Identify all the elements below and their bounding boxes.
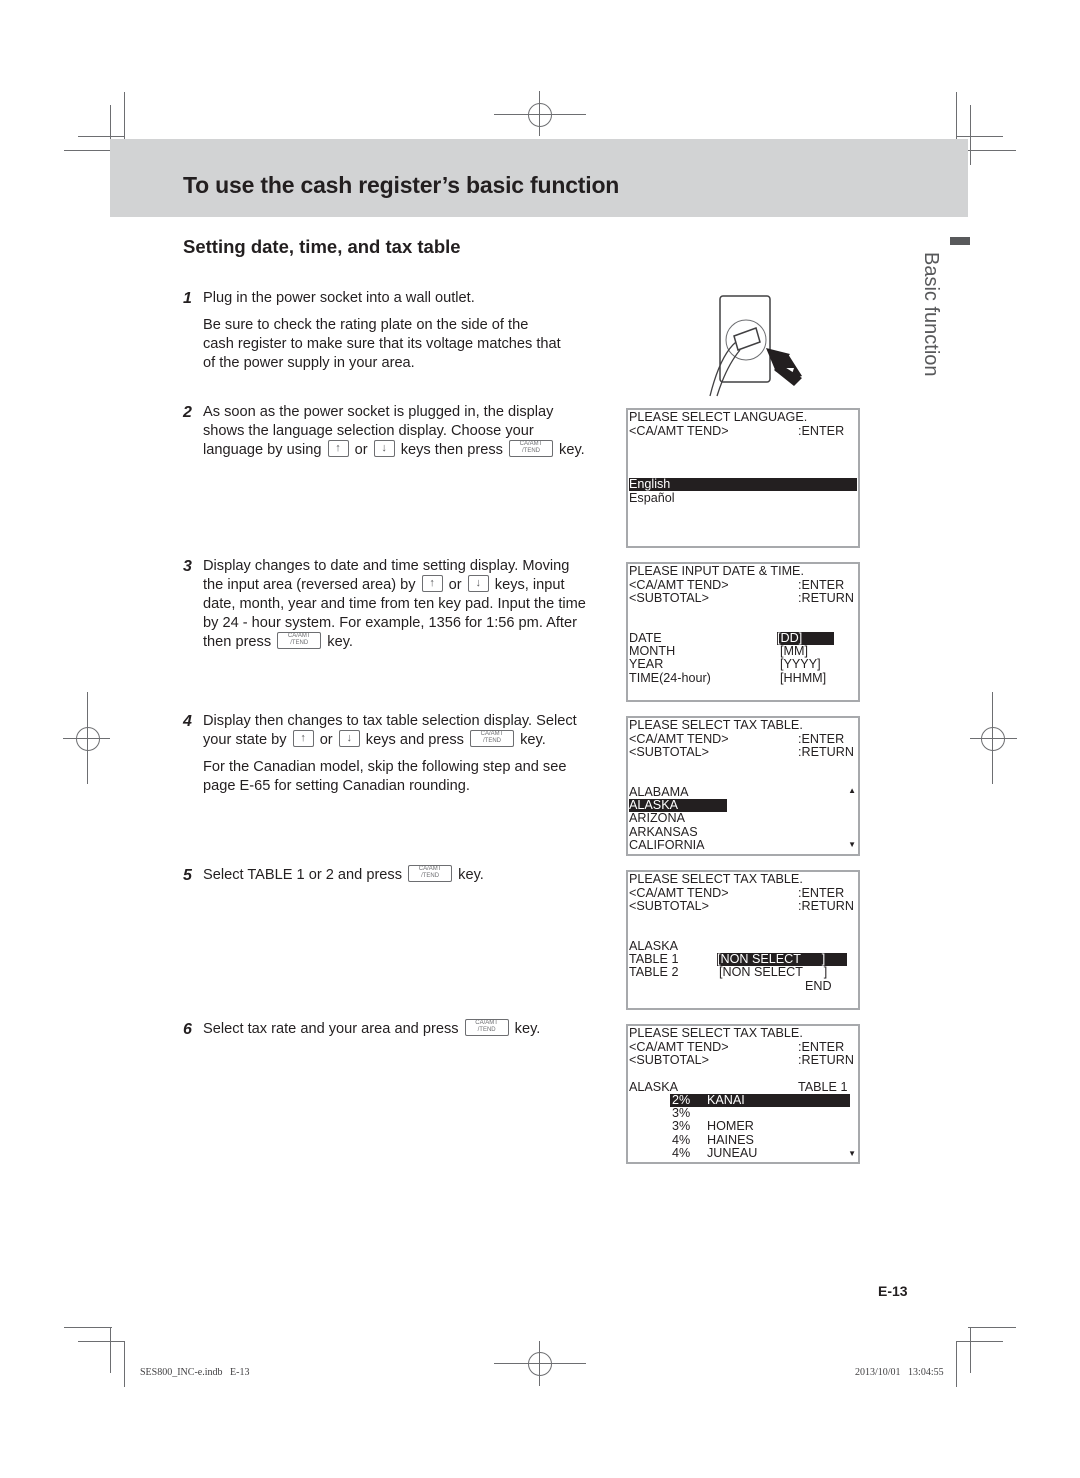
- print-timestamp: 2013/10/01 13:04:55: [855, 1367, 944, 1378]
- page-number: E-13: [878, 1283, 908, 1299]
- screen-title: PLEASE INPUT DATE & TIME.: [629, 564, 804, 578]
- step-number: 3: [183, 558, 192, 575]
- crop-mark: [78, 136, 125, 137]
- state-option[interactable]: ARIZONA: [629, 811, 857, 825]
- lcd-tax-rate-screen: PLEASE SELECT TAX TABLE. <CA/AMT TEND>:E…: [626, 1024, 860, 1164]
- screen-title: PLEASE SELECT TAX TABLE.: [629, 872, 803, 886]
- step-text: Select TABLE 1 or 2 and press CA/AMT/TEN…: [203, 864, 484, 883]
- crop-mark: [110, 1327, 111, 1373]
- side-tab-marker: [950, 237, 970, 245]
- screen-title: PLEASE SELECT LANGUAGE.: [629, 410, 808, 424]
- scroll-down-icon[interactable]: ▼: [848, 1150, 856, 1158]
- registration-target: [981, 727, 1005, 751]
- side-tab: Basic function: [912, 252, 942, 402]
- step-text: Select tax rate and your area and press …: [203, 1018, 541, 1037]
- section-title: Setting date, time, and tax table: [183, 236, 461, 257]
- crop-mark: [968, 150, 1016, 151]
- crop-mark: [956, 1341, 957, 1387]
- down-arrow-key-icon: ↓: [467, 574, 489, 592]
- step-number: 5: [183, 867, 192, 884]
- step-number: 1: [183, 290, 192, 307]
- step-note: Be sure to check the rating plate on the…: [203, 317, 561, 371]
- screen-title: PLEASE SELECT TAX TABLE.: [629, 1026, 803, 1040]
- rate-option-selected[interactable]: 2% KANAI: [670, 1093, 850, 1108]
- registration-target: [528, 103, 552, 127]
- ca-amt-tend-key-icon: CA/AMT/TEND: [464, 1018, 509, 1036]
- side-tab-label: Basic function: [920, 252, 942, 377]
- up-arrow-key-icon: ↑: [421, 574, 443, 592]
- state-option[interactable]: CALIFORNIA: [629, 838, 857, 852]
- time-field[interactable]: TIME(24-hour) [HHMM]: [629, 671, 857, 685]
- lcd-language-screen: PLEASE SELECT LANGUAGE. <CA/AMT TEND>:EN…: [626, 408, 860, 548]
- ca-amt-tend-key-icon: CA/AMT/TEND: [508, 439, 553, 457]
- up-arrow-key-icon: ↑: [327, 439, 349, 457]
- down-arrow-key-icon: ↓: [373, 439, 395, 457]
- ca-amt-tend-key-icon: CA/AMT/TEND: [470, 729, 515, 747]
- step-text: Plug in the power socket into a wall out…: [203, 290, 475, 306]
- up-arrow-key-icon: ↑: [292, 729, 314, 747]
- down-arrow-key-icon: ↓: [338, 729, 360, 747]
- crop-mark: [78, 1341, 125, 1342]
- table-2-field[interactable]: TABLE 2 [NON SELECT ]: [629, 965, 857, 979]
- step-text: Display then changes to tax table select…: [203, 713, 577, 748]
- registration-target: [528, 1352, 552, 1376]
- registration-target: [76, 727, 100, 751]
- year-field[interactable]: YEAR [YYYY]: [629, 657, 857, 671]
- screen-return-hint: <SUBTOTAL>:RETURN: [629, 899, 854, 913]
- step-note: For the Canadian model, skip the followi…: [203, 759, 567, 794]
- crop-mark: [956, 136, 1003, 137]
- lcd-tax-table-screen: PLEASE SELECT TAX TABLE. <CA/AMT TEND>:E…: [626, 870, 860, 1010]
- step-number: 2: [183, 404, 192, 421]
- step-text: Display changes to date and time setting…: [203, 558, 586, 650]
- screen-title: PLEASE SELECT TAX TABLE.: [629, 718, 803, 732]
- step-number: 4: [183, 713, 192, 730]
- crop-mark: [64, 1327, 112, 1328]
- scroll-up-icon[interactable]: ▲: [848, 787, 856, 795]
- language-option[interactable]: Español: [629, 491, 857, 505]
- language-option-selected[interactable]: English: [629, 477, 857, 492]
- step-number: 6: [183, 1021, 192, 1038]
- crop-mark: [970, 1327, 971, 1373]
- screen-return-hint: <SUBTOTAL>:RETURN: [629, 591, 854, 605]
- wall-outlet-plug-illustration: [709, 295, 802, 397]
- crop-mark: [956, 1341, 1003, 1342]
- screen-enter-hint: <CA/AMT TEND>:ENTER: [629, 424, 845, 438]
- step-text: As soon as the power socket is plugged i…: [203, 404, 585, 458]
- crop-mark: [124, 1341, 125, 1387]
- crop-mark: [64, 150, 112, 151]
- lcd-tax-state-screen: PLEASE SELECT TAX TABLE. <CA/AMT TEND>:E…: [626, 716, 860, 856]
- crop-mark: [968, 1327, 1016, 1328]
- ca-amt-tend-key-icon: CA/AMT/TEND: [277, 631, 322, 649]
- lcd-date-time-screen: PLEASE INPUT DATE & TIME. <CA/AMT TEND>:…: [626, 562, 860, 702]
- scroll-down-icon[interactable]: ▼: [848, 841, 856, 849]
- ca-amt-tend-key-icon: CA/AMT/TEND: [408, 864, 453, 882]
- page-title: To use the cash register’s basic functio…: [183, 172, 620, 198]
- crop-mark: [970, 105, 971, 165]
- file-info: SES800_INC-e.indb E-13: [140, 1367, 250, 1378]
- screen-return-hint: <SUBTOTAL>:RETURN: [629, 1053, 854, 1067]
- screen-return-hint: <SUBTOTAL>:RETURN: [629, 745, 854, 759]
